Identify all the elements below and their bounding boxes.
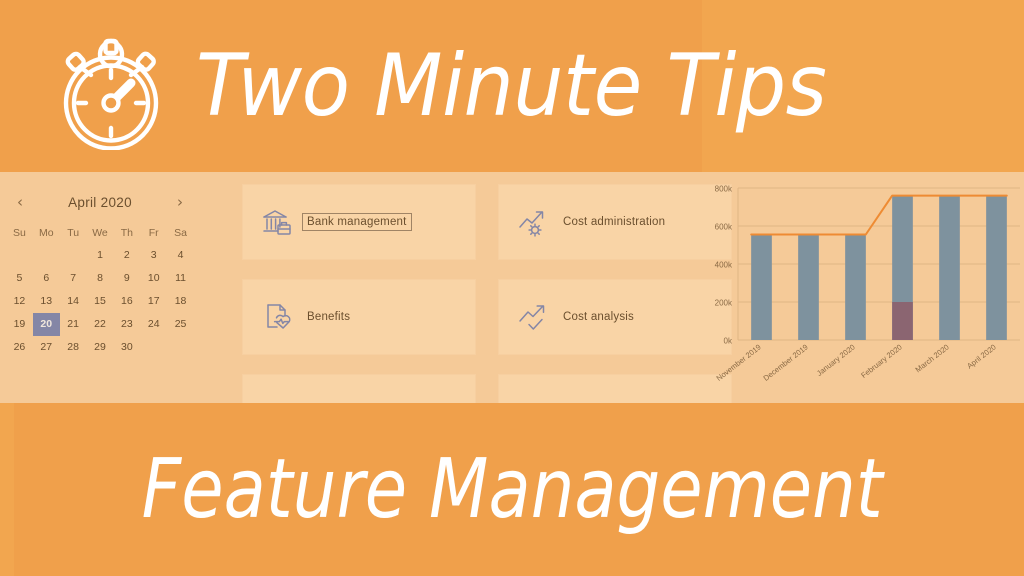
chevron-right-icon[interactable]: ›: [172, 194, 188, 210]
trend-arrow-check-icon: [517, 301, 549, 333]
chart-x-tick-label: February 2020: [859, 342, 903, 380]
calendar-day[interactable]: 30: [113, 336, 140, 359]
document-heart-pulse-icon: [261, 301, 293, 333]
chart-bar[interactable]: [986, 195, 1007, 340]
chart-y-tick-label: 200k: [715, 299, 733, 308]
tile-cost-administration[interactable]: Cost administration: [498, 184, 732, 260]
calendar-weekday: Su: [13, 227, 26, 239]
tile-empty[interactable]: [242, 374, 476, 403]
top-banner: Two Minute Tips: [0, 0, 1024, 172]
chart-x-tick-label: April 2020: [965, 342, 997, 370]
tile-empty[interactable]: [498, 374, 732, 403]
calendar-day[interactable]: 19: [6, 313, 33, 336]
bank-building-briefcase-icon: [261, 206, 293, 238]
screenshot-stage: Two Minute Tips ‹ April 2020 › Su Mo Tu We T…: [0, 0, 1024, 576]
bar-chart-widget: 0k 200k 400k 600k 800k November 2019 December …: [700, 172, 1024, 403]
tile-label: Benefits: [307, 311, 351, 323]
calendar-weekday: Fr: [148, 227, 159, 239]
calendar-day-grid: ...1234567891011121314151617181920212223…: [6, 244, 194, 359]
calendar-header: ‹ April 2020 ›: [6, 192, 194, 212]
calendar-weekday: Th: [120, 227, 133, 239]
calendar-weekday: We: [92, 227, 108, 239]
app-screenshot-strip: ‹ April 2020 › SuMoTuWeThFrSa ...1234567…: [0, 172, 1024, 403]
tile-label: Cost administration: [563, 216, 666, 228]
calendar-day[interactable]: 22: [87, 313, 114, 336]
calendar-day[interactable]: 12: [6, 290, 33, 313]
calendar-day[interactable]: 1: [87, 244, 114, 267]
calendar-day[interactable]: 14: [60, 290, 87, 313]
calendar-day-selected[interactable]: 20: [32, 313, 60, 336]
tile-label: Cost analysis: [563, 311, 634, 323]
chart-y-tick-label: 400k: [715, 261, 733, 270]
calendar-month-year[interactable]: April 2020: [68, 195, 132, 210]
chart-x-tick-label: December 2019: [762, 342, 810, 382]
tile-bank-management[interactable]: Bank management: [242, 184, 476, 260]
calendar-weekday: Sa: [174, 227, 187, 239]
chart-x-tick-label: November 2019: [715, 342, 763, 382]
tile-cost-analysis[interactable]: Cost analysis: [498, 279, 732, 355]
calendar-day[interactable]: 15: [87, 290, 114, 313]
chart-y-tick-label: 0k: [724, 337, 733, 346]
calendar-widget: ‹ April 2020 › SuMoTuWeThFrSa ...1234567…: [0, 172, 200, 403]
bar-chart[interactable]: 0k 200k 400k 600k 800k November 2019December …: [700, 172, 1024, 403]
chart-trend-line: [750, 194, 1008, 236]
calendar-weekday-row: Su Mo Tu We Th Fr Sa: [6, 222, 194, 244]
chart-bar[interactable]: [939, 195, 960, 340]
calendar-day[interactable]: 6: [33, 267, 60, 290]
bottom-banner: Feature Management: [0, 403, 1024, 576]
calendar-weekday: Mo: [38, 227, 54, 239]
calendar-day[interactable]: 18: [167, 290, 194, 313]
page-subtitle: Feature Management: [141, 441, 883, 537]
chart-bar[interactable]: [751, 234, 772, 340]
calendar-day[interactable]: 9: [113, 267, 140, 290]
chart-y-tick-label: 800k: [715, 185, 733, 194]
chart-bar[interactable]: [798, 234, 819, 340]
calendar-day[interactable]: 17: [140, 290, 167, 313]
tile-column-one: Bank management Benefits: [242, 172, 476, 403]
chart-bar[interactable]: [845, 234, 866, 340]
chart-y-tick-label: 600k: [715, 223, 733, 232]
calendar-day[interactable]: 24: [140, 313, 167, 336]
tile-column-two: Cost administration Cost analysis: [498, 172, 732, 403]
tile-label: Bank management: [302, 213, 412, 231]
calendar-day[interactable]: 16: [113, 290, 140, 313]
calendar-day[interactable]: 11: [167, 267, 194, 290]
chart-x-tick-label: January 2020: [815, 342, 857, 377]
calendar-day[interactable]: 10: [140, 267, 167, 290]
trend-arrow-gear-icon: [517, 206, 549, 238]
calendar-day[interactable]: 8: [87, 267, 114, 290]
calendar-day[interactable]: 25: [167, 313, 194, 336]
page-title: Two Minute Tips: [196, 36, 827, 136]
calendar-weekday: Tu: [67, 227, 80, 239]
chevron-left-icon[interactable]: ‹: [12, 194, 28, 210]
calendar-day[interactable]: 2: [113, 244, 140, 267]
calendar-day[interactable]: 26: [6, 336, 33, 359]
calendar-day[interactable]: 3: [140, 244, 167, 267]
calendar-day[interactable]: 13: [33, 290, 60, 313]
chart-bar-highlight-segment[interactable]: [892, 302, 913, 340]
stopwatch-icon: [63, 38, 159, 150]
calendar-day[interactable]: 23: [113, 313, 140, 336]
calendar-day[interactable]: 28: [60, 336, 87, 359]
calendar-day[interactable]: 7: [60, 267, 87, 290]
calendar-day[interactable]: 29: [87, 336, 114, 359]
tile-benefits[interactable]: Benefits: [242, 279, 476, 355]
calendar-day[interactable]: 21: [60, 313, 87, 336]
bottom-banner-edge: [0, 403, 14, 576]
calendar-day[interactable]: 4: [167, 244, 194, 267]
top-banner-content: Two Minute Tips: [0, 0, 1024, 172]
calendar-day[interactable]: 5: [6, 267, 33, 290]
calendar-day[interactable]: 27: [33, 336, 60, 359]
chart-x-tick-label: March 2020: [914, 342, 951, 374]
